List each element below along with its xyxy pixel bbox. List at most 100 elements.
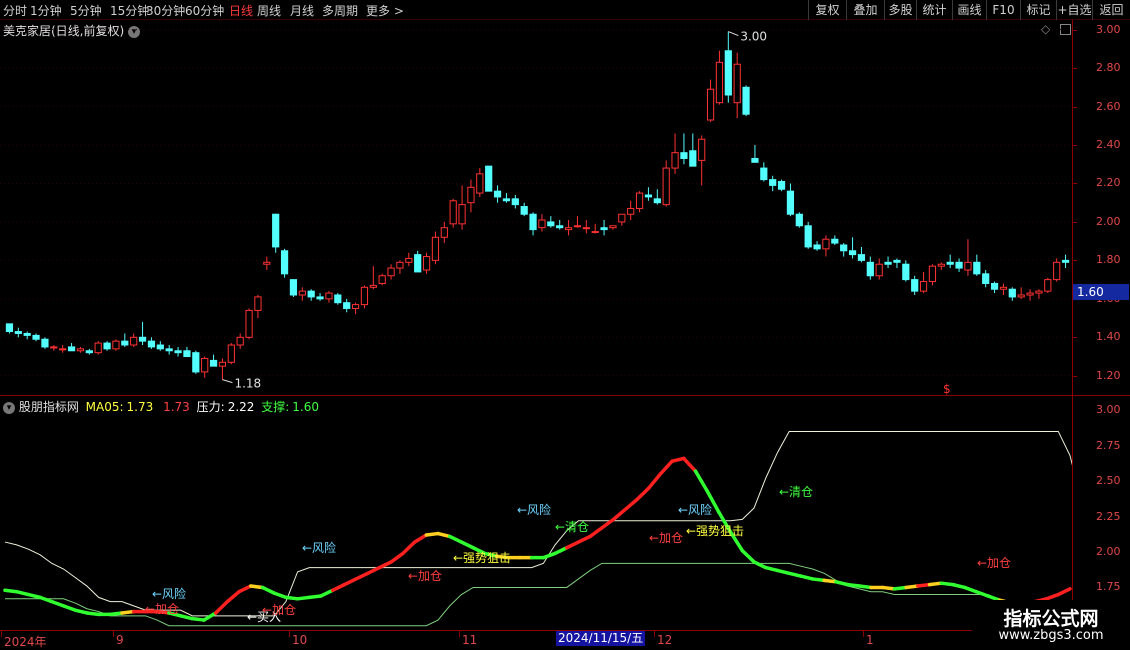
toolbar-button-1[interactable]: 叠加 [846,0,884,20]
candle [680,133,688,165]
candle-body [591,231,599,234]
candle [1035,289,1043,299]
candle-body [529,213,537,231]
period-tab-9[interactable]: 多周期 [322,2,358,19]
candle-body [999,286,1008,290]
ma-segment [775,568,791,576]
candle [618,213,626,226]
candle [387,264,395,280]
candle [263,256,271,270]
price-tick: 1.40 [1096,330,1121,344]
watermark-url: www.zbgs3.com [998,628,1104,643]
candle-body [396,261,404,269]
candle [831,235,839,245]
candle-body [1026,292,1034,296]
ma-segment [845,582,862,588]
price-tick: 2.40 [1096,138,1121,151]
period-tab-2[interactable]: 5分钟 [70,2,102,19]
low-label: 1.18 [234,377,261,391]
candle-body [742,86,750,115]
candle [138,321,147,345]
candle-body [733,63,741,104]
candle-body [280,250,289,275]
candle-body [103,342,111,350]
candle-body [41,338,49,348]
candle [644,187,653,201]
candle [635,191,644,213]
date-tick [1,631,2,637]
ma-segment [623,497,639,512]
indicator-chart: ←风险←加仓←买入←加仓←风险←加仓←强势狙击←风险←清仓←加仓←风险←强势狙击… [3,430,1072,627]
period-tab-8[interactable]: 月线 [290,2,314,19]
candle [112,339,120,351]
candle [192,350,200,374]
candle-body [919,281,928,292]
candle [351,302,360,315]
toolbar-button-3[interactable]: 统计 [916,0,952,20]
candle [733,52,741,119]
candle [50,345,58,351]
candle [937,262,945,270]
candle [431,231,440,265]
period-tab-7[interactable]: 周线 [257,2,281,19]
candle-body [369,284,377,288]
signal-annotation: ←清仓 [779,485,813,499]
candle [378,273,386,286]
toolbar-button-7[interactable]: +自选 [1056,0,1092,20]
candle-body [334,294,342,304]
toolbar-button-8[interactable]: 返回 [1092,0,1130,20]
candle [1017,287,1025,299]
period-tab-4[interactable]: 30分钟 [146,2,185,19]
candle-body [467,186,475,204]
period-tab-1[interactable]: 1分钟 [30,2,62,19]
period-tab-10[interactable]: 更多 > [366,2,404,19]
candle-body [405,257,413,263]
candle-body [343,302,351,309]
candle [396,260,404,274]
toolbar-button-5[interactable]: F10 [986,0,1020,20]
price-tick: 2.80 [1096,61,1121,75]
candle [502,193,511,203]
ma-segment [951,582,967,590]
indicator-tick: 1.75 [1096,580,1121,594]
candle-body [653,198,661,204]
candle-body [112,340,120,350]
date-tick [289,631,290,637]
candle-body [857,254,866,261]
signal-annotation: ←强势狙击 [686,524,744,538]
period-tab-3[interactable]: 15分钟 [110,2,149,19]
candle-body [378,275,386,284]
period-tab-0[interactable]: 分时 [3,2,27,19]
ma-segment [670,456,686,463]
candle-body [307,290,315,298]
candle-body [760,167,768,181]
signal-annotation: ←加仓 [262,603,296,617]
toolbar-button-2[interactable]: 多股 [884,0,916,20]
current-price-tag: 1.60 [1073,284,1129,300]
toolbar-button-0[interactable]: 复权 [808,0,846,20]
candle-body [680,152,688,159]
toolbar-button-6[interactable]: 标记 [1020,0,1056,20]
period-tab-5[interactable]: 60分钟 [185,2,224,19]
candle-body [1008,288,1016,298]
ma-segment [447,534,464,544]
period-tab-6[interactable]: 日线 [229,2,253,19]
signal-annotation: ←加仓 [649,531,683,545]
price-tick-mark [1072,183,1077,185]
candle-body [982,273,990,284]
date-tick [113,631,114,637]
candle-body [928,265,937,283]
candle [556,220,564,230]
candle-body [1044,279,1052,292]
candle-body [946,261,954,265]
candle-body [183,350,191,358]
candle-body [485,165,493,192]
candle [928,264,937,286]
candle [715,50,724,105]
candle [795,212,803,228]
candle-body [1017,294,1025,298]
ma-segment [401,540,417,556]
toolbar-button-4[interactable]: 画线 [952,0,986,20]
candle-body [32,334,40,340]
date-label: 12 [657,633,673,647]
